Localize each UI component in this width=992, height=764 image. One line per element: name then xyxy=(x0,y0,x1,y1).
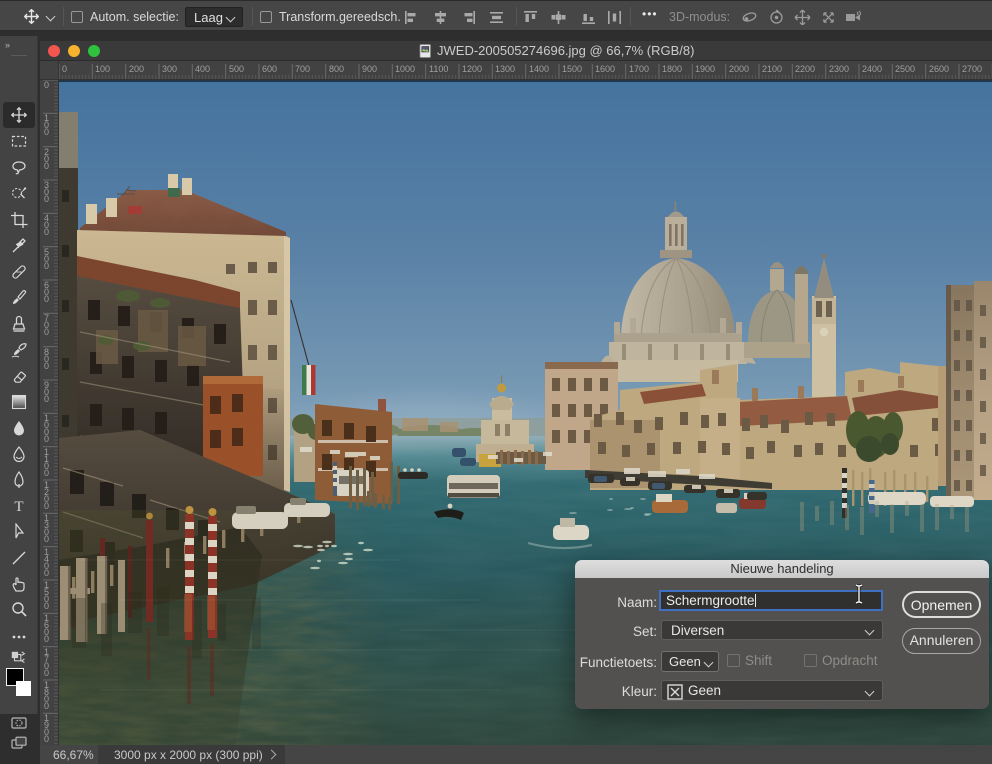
svg-text:T: T xyxy=(14,499,23,515)
